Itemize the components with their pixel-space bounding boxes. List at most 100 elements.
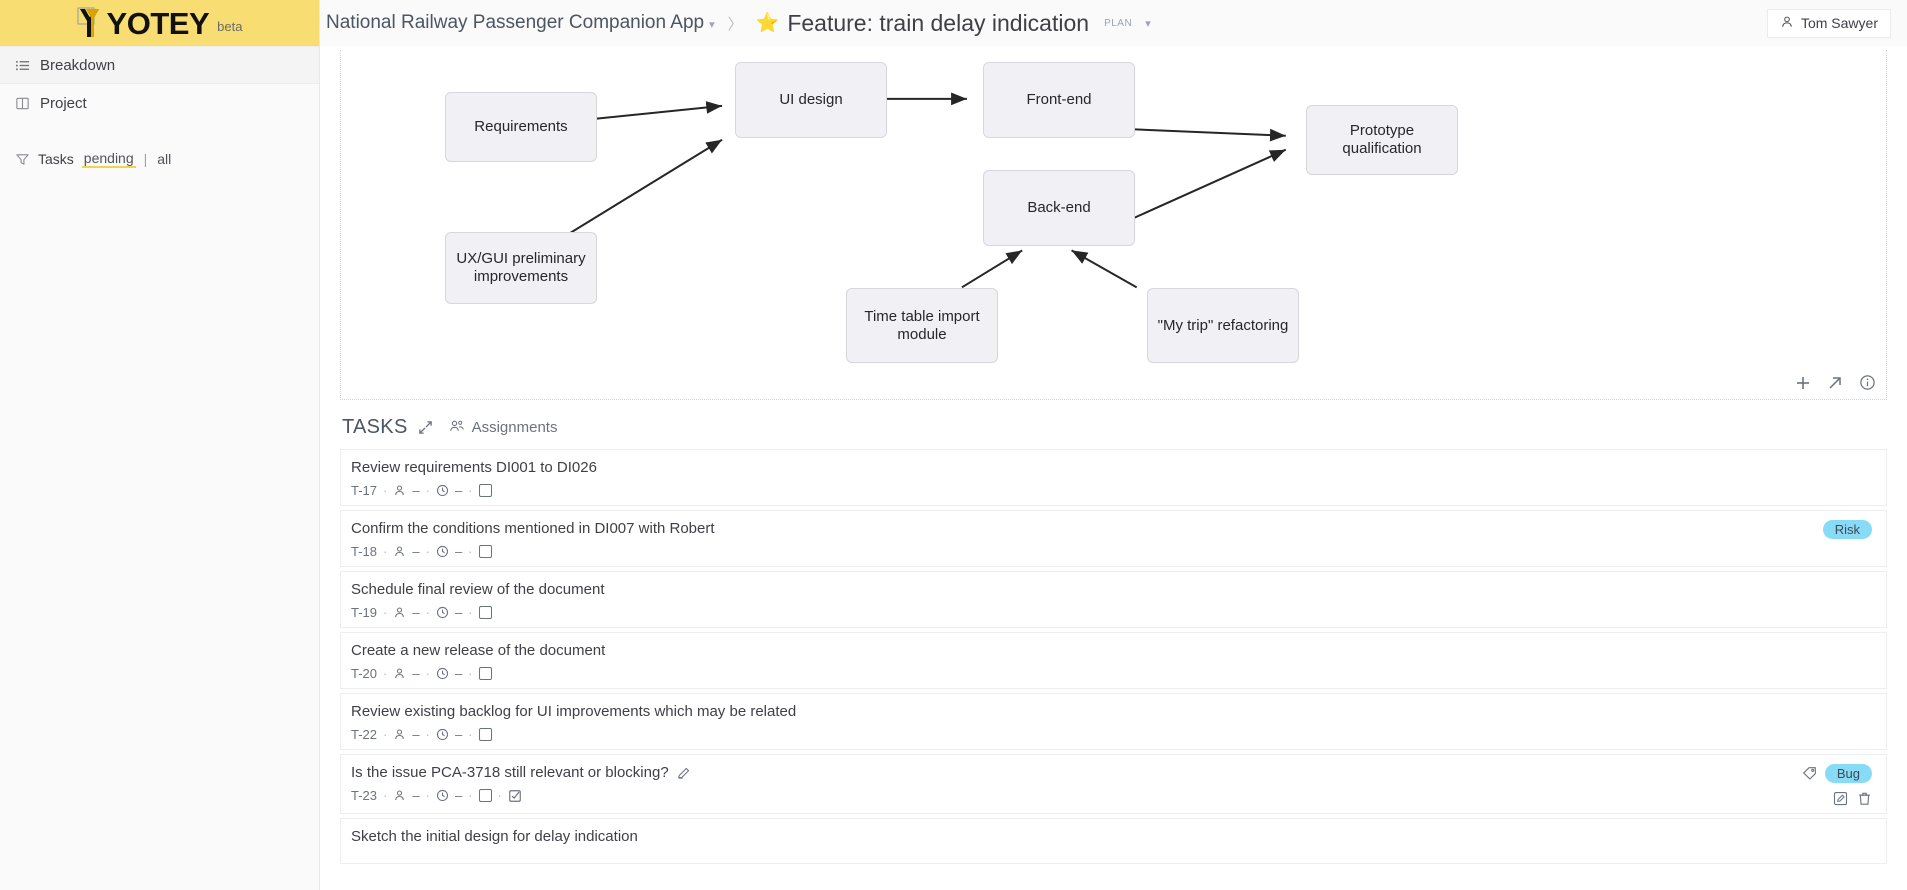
person-icon[interactable] bbox=[393, 789, 406, 802]
meta-dot: · bbox=[383, 788, 388, 803]
task-checkbox[interactable] bbox=[478, 545, 492, 558]
node-label: UI design bbox=[779, 91, 843, 108]
user-menu-button[interactable]: Tom Sawyer bbox=[1766, 8, 1891, 38]
clock-icon[interactable] bbox=[436, 606, 449, 619]
diagram-node-mytrip-refactoring[interactable]: "My trip" refactoring bbox=[1147, 288, 1299, 363]
diagram-node-ux-gui[interactable]: UX/GUI preliminary improvements bbox=[445, 232, 597, 304]
edit-icon[interactable] bbox=[1833, 791, 1848, 806]
clock-icon[interactable] bbox=[436, 484, 449, 497]
task-title-row: Is the issue PCA-3718 still relevant or … bbox=[351, 764, 1802, 781]
status-badge[interactable]: Bug bbox=[1824, 764, 1872, 783]
status-badge[interactable]: Risk bbox=[1822, 520, 1872, 539]
filter-option-pending[interactable]: pending bbox=[81, 150, 136, 168]
tasks-section-header: TASKS Assignments bbox=[320, 400, 1907, 449]
diagram-node-back-end[interactable]: Back-end bbox=[983, 170, 1135, 246]
clock-icon[interactable] bbox=[436, 545, 449, 558]
beta-label: beta bbox=[217, 18, 243, 34]
task-title-row: Sketch the initial design for delay indi… bbox=[351, 828, 1872, 845]
plus-icon[interactable] bbox=[1795, 375, 1811, 391]
task-title: Schedule final review of the document bbox=[351, 581, 605, 598]
info-icon[interactable] bbox=[1859, 374, 1876, 391]
clock-icon[interactable] bbox=[436, 728, 449, 741]
table-row[interactable]: Confirm the conditions mentioned in DI00… bbox=[340, 510, 1887, 567]
diagram-panel-wrap: Requirements UX/GUI preliminary improvem… bbox=[320, 46, 1907, 400]
node-label: UX/GUI preliminary improvements bbox=[456, 250, 586, 285]
task-main: Confirm the conditions mentioned in DI00… bbox=[351, 520, 1823, 559]
task-main: Create a new release of the document T-2… bbox=[351, 642, 1872, 681]
arrow-up-right-icon[interactable] bbox=[1827, 375, 1843, 391]
sidebar: YOTEY beta Breakdown Project Tasks pendi… bbox=[0, 0, 320, 890]
clock-icon[interactable] bbox=[436, 789, 449, 802]
filter-option-all[interactable]: all bbox=[155, 151, 173, 167]
table-row[interactable]: Create a new release of the document T-2… bbox=[340, 632, 1887, 689]
diagram-node-requirements[interactable]: Requirements bbox=[445, 92, 597, 162]
meta-dot: · bbox=[425, 483, 430, 498]
meta-dot: · bbox=[383, 666, 388, 681]
task-id: T-18 bbox=[351, 544, 378, 559]
sidebar-item-label: Project bbox=[40, 94, 87, 112]
person-icon[interactable] bbox=[393, 667, 406, 680]
time-value: – bbox=[454, 483, 463, 498]
diagram-node-timetable-import[interactable]: Time table import module bbox=[846, 288, 998, 363]
person-icon[interactable] bbox=[393, 545, 406, 558]
task-side: Bug bbox=[1802, 764, 1872, 806]
task-meta: T-23 · – · – · · bbox=[351, 788, 1802, 803]
checked-box-icon[interactable] bbox=[508, 789, 522, 803]
table-row[interactable]: Schedule final review of the document T-… bbox=[340, 571, 1887, 628]
delete-icon[interactable] bbox=[1857, 791, 1872, 806]
list-icon bbox=[14, 57, 30, 73]
filter-icon[interactable] bbox=[14, 151, 30, 167]
task-main: Schedule final review of the document T-… bbox=[351, 581, 1872, 620]
task-title: Confirm the conditions mentioned in DI00… bbox=[351, 520, 715, 537]
meta-dot: · bbox=[468, 666, 473, 681]
diagram-controls bbox=[1795, 374, 1876, 391]
title-chevron-down-icon[interactable]: ▾ bbox=[1145, 17, 1151, 30]
person-icon[interactable] bbox=[393, 728, 406, 741]
task-checkbox[interactable] bbox=[478, 789, 492, 802]
table-row[interactable]: Review existing backlog for UI improveme… bbox=[340, 693, 1887, 750]
task-id: T-17 bbox=[351, 483, 378, 498]
app-logo[interactable]: YOTEY bbox=[77, 7, 210, 39]
breadcrumb-project-label: National Railway Passenger Companion App bbox=[326, 12, 705, 33]
task-checkbox[interactable] bbox=[478, 484, 492, 497]
node-label: Requirements bbox=[474, 118, 568, 135]
person-icon[interactable] bbox=[393, 484, 406, 497]
person-icon[interactable] bbox=[393, 606, 406, 619]
collapse-icon[interactable] bbox=[418, 420, 433, 435]
task-filter: Tasks pending | all bbox=[0, 144, 319, 174]
task-title: Review requirements DI001 to DI026 bbox=[351, 459, 597, 476]
task-meta: T-17 · – · – · bbox=[351, 483, 1872, 498]
app-root: YOTEY beta Breakdown Project Tasks pendi… bbox=[0, 0, 1907, 890]
meta-dot: · bbox=[468, 788, 473, 803]
diagram-node-front-end[interactable]: Front-end bbox=[983, 62, 1135, 138]
task-filter-label: Tasks bbox=[38, 151, 74, 167]
meta-dot: · bbox=[425, 605, 430, 620]
edit-title-pencil-icon[interactable] bbox=[677, 766, 691, 780]
node-label: Front-end bbox=[1026, 91, 1092, 108]
table-row[interactable]: Review requirements DI001 to DI026 T-17 … bbox=[340, 449, 1887, 506]
node-label: Back-end bbox=[1027, 199, 1091, 216]
clock-icon[interactable] bbox=[436, 667, 449, 680]
task-title: Sketch the initial design for delay indi… bbox=[351, 828, 638, 845]
breakdown-diagram[interactable]: Requirements UX/GUI preliminary improvem… bbox=[340, 50, 1887, 400]
task-checkbox[interactable] bbox=[478, 728, 492, 741]
table-row[interactable]: Is the issue PCA-3718 still relevant or … bbox=[340, 754, 1887, 814]
sidebar-item-project[interactable]: Project bbox=[0, 84, 319, 122]
table-row[interactable]: Sketch the initial design for delay indi… bbox=[340, 818, 1887, 864]
assignee-value: – bbox=[412, 605, 420, 620]
user-name: Tom Sawyer bbox=[1800, 15, 1878, 31]
edge-mytrip-back-end bbox=[1071, 249, 1138, 289]
sidebar-item-breakdown[interactable]: Breakdown bbox=[0, 46, 319, 84]
diagram-node-ui-design[interactable]: UI design bbox=[735, 62, 887, 138]
diagram-node-prototype-qualification[interactable]: Prototype qualification bbox=[1306, 105, 1458, 175]
tag-icon[interactable] bbox=[1802, 766, 1817, 781]
task-meta: T-18 · – · – · bbox=[351, 544, 1823, 559]
breadcrumb-project[interactable]: National Railway Passenger Companion App… bbox=[326, 12, 715, 34]
brand-header: YOTEY beta bbox=[0, 0, 319, 46]
task-title: Review existing backlog for UI improveme… bbox=[351, 703, 797, 720]
meta-dot: · bbox=[425, 666, 430, 681]
assignments-button[interactable]: Assignments bbox=[449, 418, 557, 438]
chevron-down-icon[interactable]: ▾ bbox=[709, 19, 715, 31]
task-checkbox[interactable] bbox=[478, 606, 492, 619]
task-checkbox[interactable] bbox=[478, 667, 492, 680]
